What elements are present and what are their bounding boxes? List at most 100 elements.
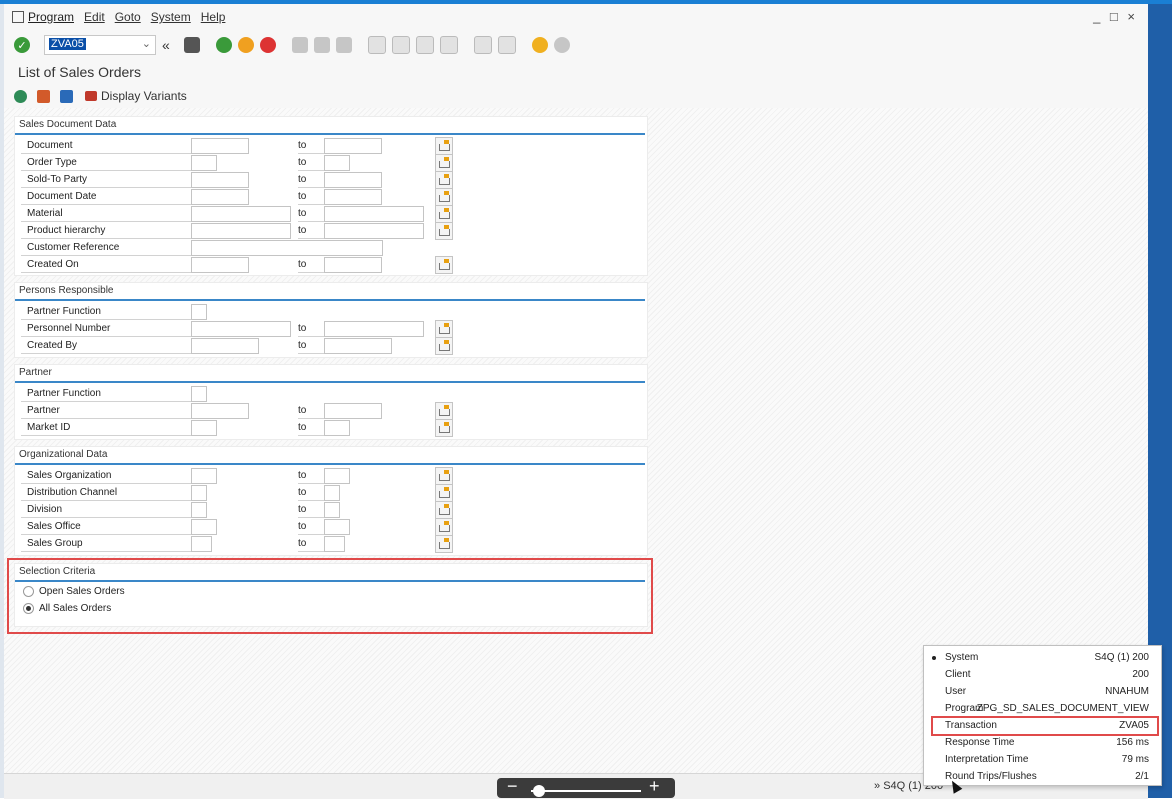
row-partner: Partner to bbox=[15, 402, 647, 420]
multiple-selection-icon[interactable] bbox=[435, 535, 453, 553]
menu-item-help[interactable]: Help bbox=[201, 10, 226, 24]
sales-org-from-input[interactable] bbox=[191, 468, 217, 484]
document-from-input[interactable] bbox=[191, 138, 249, 154]
popup-row-round-trips[interactable]: Round Trips/Flushes 2/1 bbox=[924, 769, 1161, 785]
multiple-selection-icon[interactable] bbox=[435, 467, 453, 485]
field-label: Partner Function bbox=[21, 304, 197, 320]
sold-to-to-input[interactable] bbox=[324, 172, 382, 188]
document-date-to-input[interactable] bbox=[324, 189, 382, 205]
find-next-icon[interactable] bbox=[336, 37, 352, 53]
multiple-selection-icon[interactable] bbox=[435, 154, 453, 172]
zoom-out-icon[interactable]: − bbox=[507, 776, 518, 797]
popup-row-interpretation-time[interactable]: Interpretation Time 79 ms bbox=[924, 752, 1161, 768]
multiple-selection-icon[interactable] bbox=[435, 501, 453, 519]
market-id-from-input[interactable] bbox=[191, 420, 217, 436]
material-from-input[interactable] bbox=[191, 206, 291, 222]
first-page-icon[interactable] bbox=[368, 36, 386, 54]
multiple-selection-icon[interactable] bbox=[435, 188, 453, 206]
partner-function-input[interactable] bbox=[191, 304, 207, 320]
popup-row-program[interactable]: Program ZPG_SD_SALES_DOCUMENT_VIEW bbox=[924, 701, 1161, 717]
document-date-from-input[interactable] bbox=[191, 189, 249, 205]
find-icon[interactable] bbox=[314, 37, 330, 53]
created-by-to-input[interactable] bbox=[324, 338, 392, 354]
menu-item-system[interactable]: System bbox=[151, 10, 191, 24]
sales-office-to-input[interactable] bbox=[324, 519, 350, 535]
enter-button[interactable]: ✓ bbox=[14, 37, 30, 53]
last-page-icon[interactable] bbox=[440, 36, 458, 54]
execute-icon[interactable] bbox=[14, 89, 27, 103]
new-session-icon[interactable] bbox=[474, 36, 492, 54]
field-label: Document Date bbox=[21, 189, 197, 205]
menu-item-program[interactable]: Program bbox=[12, 10, 74, 24]
multiple-selection-icon[interactable] bbox=[435, 484, 453, 502]
distribution-channel-from-input[interactable] bbox=[191, 485, 207, 501]
info-icon[interactable] bbox=[60, 89, 73, 103]
sales-group-to-input[interactable] bbox=[324, 536, 345, 552]
next-page-icon[interactable] bbox=[416, 36, 434, 54]
get-variant-icon[interactable] bbox=[37, 89, 50, 103]
partner-function-input[interactable] bbox=[191, 386, 207, 402]
sales-org-to-input[interactable] bbox=[324, 468, 350, 484]
group-title: Persons Responsible bbox=[19, 285, 114, 296]
division-to-input[interactable] bbox=[324, 502, 340, 518]
multiple-selection-icon[interactable] bbox=[435, 320, 453, 338]
multiple-selection-icon[interactable] bbox=[435, 337, 453, 355]
popup-row-system[interactable]: System S4Q (1) 200 bbox=[924, 650, 1161, 666]
multiple-selection-icon[interactable] bbox=[435, 171, 453, 189]
product-hierarchy-to-input[interactable] bbox=[324, 223, 424, 239]
created-on-to-input[interactable] bbox=[324, 257, 382, 273]
customer-reference-input[interactable] bbox=[191, 240, 383, 256]
zoom-slider-handle[interactable] bbox=[533, 785, 545, 797]
popup-row-response-time[interactable]: Response Time 156 ms bbox=[924, 735, 1161, 751]
double-chevron-left-icon[interactable]: « bbox=[162, 37, 178, 53]
group-divider bbox=[15, 381, 645, 383]
division-from-input[interactable] bbox=[191, 502, 207, 518]
market-id-to-input[interactable] bbox=[324, 420, 350, 436]
distribution-channel-to-input[interactable] bbox=[324, 485, 340, 501]
shortcut-icon[interactable] bbox=[498, 36, 516, 54]
menu-item-edit[interactable]: Edit bbox=[84, 10, 105, 24]
popup-row-client[interactable]: Client 200 bbox=[924, 667, 1161, 683]
order-type-from-input[interactable] bbox=[191, 155, 217, 171]
material-to-input[interactable] bbox=[324, 206, 424, 222]
multiple-selection-icon[interactable] bbox=[435, 222, 453, 240]
multiple-selection-icon[interactable] bbox=[435, 419, 453, 437]
zoom-in-icon[interactable]: + bbox=[649, 776, 660, 797]
multiple-selection-icon[interactable] bbox=[435, 205, 453, 223]
field-label: Customer Reference bbox=[21, 240, 197, 256]
partner-to-input[interactable] bbox=[324, 403, 382, 419]
sales-group-from-input[interactable] bbox=[191, 536, 212, 552]
sold-to-from-input[interactable] bbox=[191, 172, 249, 188]
document-to-input[interactable] bbox=[324, 138, 382, 154]
multiple-selection-icon[interactable] bbox=[435, 518, 453, 536]
zoom-control[interactable]: − + bbox=[497, 776, 675, 798]
multiple-selection-icon[interactable] bbox=[435, 137, 453, 155]
partner-from-input[interactable] bbox=[191, 403, 249, 419]
multiple-selection-icon[interactable] bbox=[435, 256, 453, 274]
created-by-from-input[interactable] bbox=[191, 338, 259, 354]
save-icon[interactable] bbox=[184, 37, 200, 53]
popup-row-user[interactable]: User NNAHUM bbox=[924, 684, 1161, 700]
field-label: Sales Organization bbox=[21, 468, 197, 484]
product-hierarchy-from-input[interactable] bbox=[191, 223, 291, 239]
popup-value: 200 bbox=[1132, 669, 1149, 680]
display-variants-button[interactable]: Display Variants bbox=[101, 89, 187, 103]
exit-button[interactable] bbox=[238, 37, 254, 53]
multiple-selection-icon[interactable] bbox=[435, 402, 453, 420]
menu-item-goto[interactable]: Goto bbox=[115, 10, 141, 24]
gear-icon[interactable] bbox=[554, 37, 570, 53]
command-field[interactable]: ZVA05 ⌄ bbox=[44, 35, 156, 55]
personnel-number-from-input[interactable] bbox=[191, 321, 291, 337]
personnel-number-to-input[interactable] bbox=[324, 321, 424, 337]
order-type-to-input[interactable] bbox=[324, 155, 350, 171]
zoom-track[interactable] bbox=[531, 790, 641, 792]
cancel-button[interactable] bbox=[260, 37, 276, 53]
created-on-from-input[interactable] bbox=[191, 257, 249, 273]
window-controls[interactable]: _ □ × bbox=[1093, 9, 1138, 24]
sales-office-from-input[interactable] bbox=[191, 519, 217, 535]
back-button[interactable] bbox=[216, 37, 232, 53]
chevron-down-icon[interactable]: ⌄ bbox=[142, 37, 151, 50]
print-icon[interactable] bbox=[292, 37, 308, 53]
previous-page-icon[interactable] bbox=[392, 36, 410, 54]
help-icon[interactable] bbox=[532, 37, 548, 53]
